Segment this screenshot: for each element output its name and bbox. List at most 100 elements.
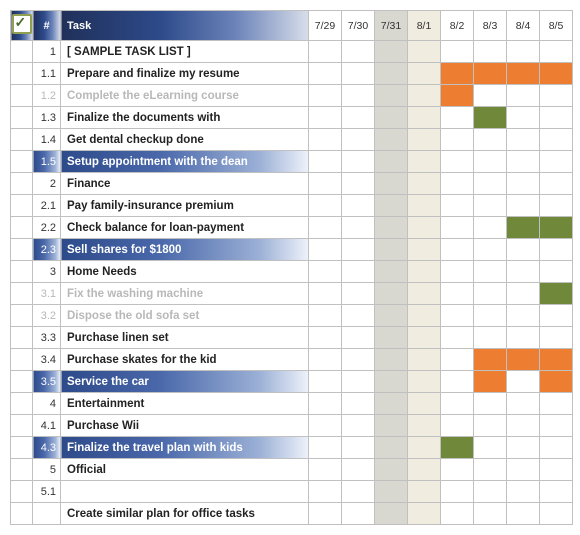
gantt-cell[interactable] [375,63,408,85]
table-row[interactable]: 1.2Complete the eLearning course [11,85,573,107]
gantt-bar[interactable] [441,63,474,85]
gantt-cell[interactable] [540,151,573,173]
gantt-cell[interactable] [540,107,573,129]
gantt-cell[interactable] [474,305,507,327]
gantt-cell[interactable] [408,239,441,261]
gantt-cell[interactable] [342,283,375,305]
check-cell[interactable] [11,85,33,107]
gantt-cell[interactable] [342,437,375,459]
table-row[interactable]: 1.5Setup appointment with the dean [11,151,573,173]
gantt-cell[interactable] [507,173,540,195]
task-cell[interactable]: Complete the eLearning course [61,85,309,107]
task-cell[interactable]: Purchase linen set [61,327,309,349]
gantt-bar[interactable] [375,107,408,129]
table-row[interactable]: 1.4Get dental checkup done [11,129,573,151]
gantt-cell[interactable] [474,393,507,415]
gantt-bar[interactable] [540,63,573,85]
gantt-cell[interactable] [507,437,540,459]
task-cell[interactable]: Get dental checkup done [61,129,309,151]
gantt-cell[interactable] [408,261,441,283]
gantt-cell[interactable] [474,239,507,261]
gantt-bar[interactable] [474,107,507,129]
num-cell[interactable]: 2 [33,173,61,195]
gantt-cell[interactable] [342,85,375,107]
table-row[interactable]: 1[ SAMPLE TASK LIST ] [11,41,573,63]
check-cell[interactable] [11,63,33,85]
gantt-cell[interactable] [309,63,342,85]
gantt-cell[interactable] [540,503,573,525]
gantt-bar[interactable] [507,349,540,371]
gantt-cell[interactable] [540,173,573,195]
gantt-bar[interactable] [540,283,573,305]
gantt-cell[interactable] [408,41,441,63]
gantt-cell[interactable] [441,327,474,349]
num-cell[interactable]: 3.4 [33,349,61,371]
gantt-cell[interactable] [342,305,375,327]
gantt-cell[interactable] [309,173,342,195]
gantt-cell[interactable] [408,217,441,239]
gantt-cell[interactable] [408,459,441,481]
gantt-cell[interactable] [540,393,573,415]
gantt-cell[interactable] [375,151,408,173]
task-cell[interactable]: Finalize the travel plan with kids [61,437,309,459]
table-row[interactable]: 4Entertainment [11,393,573,415]
num-cell[interactable]: 4.1 [33,415,61,437]
task-cell[interactable]: Check balance for loan-payment [61,217,309,239]
gantt-cell[interactable] [375,349,408,371]
gantt-bar[interactable] [540,371,573,393]
gantt-bar[interactable] [474,371,507,393]
num-cell[interactable]: 1 [33,41,61,63]
gantt-cell[interactable] [441,173,474,195]
gantt-cell[interactable] [474,151,507,173]
gantt-cell[interactable] [441,305,474,327]
table-row[interactable]: 3Home Needs [11,261,573,283]
gantt-cell[interactable] [342,239,375,261]
gantt-cell[interactable] [441,151,474,173]
gantt-cell[interactable] [441,41,474,63]
gantt-cell[interactable] [309,481,342,503]
table-row[interactable]: 2.2Check balance for loan-payment [11,217,573,239]
gantt-cell[interactable] [507,481,540,503]
gantt-cell[interactable] [375,41,408,63]
gantt-cell[interactable] [342,63,375,85]
gantt-cell[interactable] [441,481,474,503]
table-row[interactable]: 3.5Service the car [11,371,573,393]
gantt-cell[interactable] [441,393,474,415]
check-cell[interactable] [11,503,33,525]
gantt-cell[interactable] [408,305,441,327]
gantt-cell[interactable] [342,107,375,129]
header-date-6[interactable]: 8/4 [507,11,540,41]
task-cell[interactable]: Pay family-insurance premium [61,195,309,217]
gantt-cell[interactable] [507,459,540,481]
gantt-cell[interactable] [441,261,474,283]
gantt-cell[interactable] [441,283,474,305]
task-cell[interactable]: Setup appointment with the dean [61,151,309,173]
gantt-cell[interactable] [342,173,375,195]
gantt-cell[interactable] [342,261,375,283]
check-cell[interactable] [11,393,33,415]
check-cell[interactable] [11,41,33,63]
table-row[interactable]: Create similar plan for office tasks [11,503,573,525]
gantt-cell[interactable] [375,459,408,481]
gantt-cell[interactable] [375,283,408,305]
gantt-cell[interactable] [408,415,441,437]
gantt-cell[interactable] [474,261,507,283]
gantt-bar[interactable] [408,85,441,107]
check-cell[interactable] [11,415,33,437]
gantt-cell[interactable] [507,85,540,107]
gantt-cell[interactable] [408,393,441,415]
task-cell[interactable]: Sell shares for $1800 [61,239,309,261]
task-cell[interactable]: Purchase skates for the kid [61,349,309,371]
gantt-cell[interactable] [375,437,408,459]
gantt-cell[interactable] [474,327,507,349]
gantt-cell[interactable] [540,305,573,327]
gantt-cell[interactable] [309,85,342,107]
gantt-cell[interactable] [375,85,408,107]
gantt-cell[interactable] [375,239,408,261]
check-cell[interactable] [11,261,33,283]
gantt-cell[interactable] [474,437,507,459]
header-date-2[interactable]: 7/31 [375,11,408,41]
table-row[interactable]: 5Official [11,459,573,481]
gantt-cell[interactable] [309,415,342,437]
gantt-cell[interactable] [342,195,375,217]
